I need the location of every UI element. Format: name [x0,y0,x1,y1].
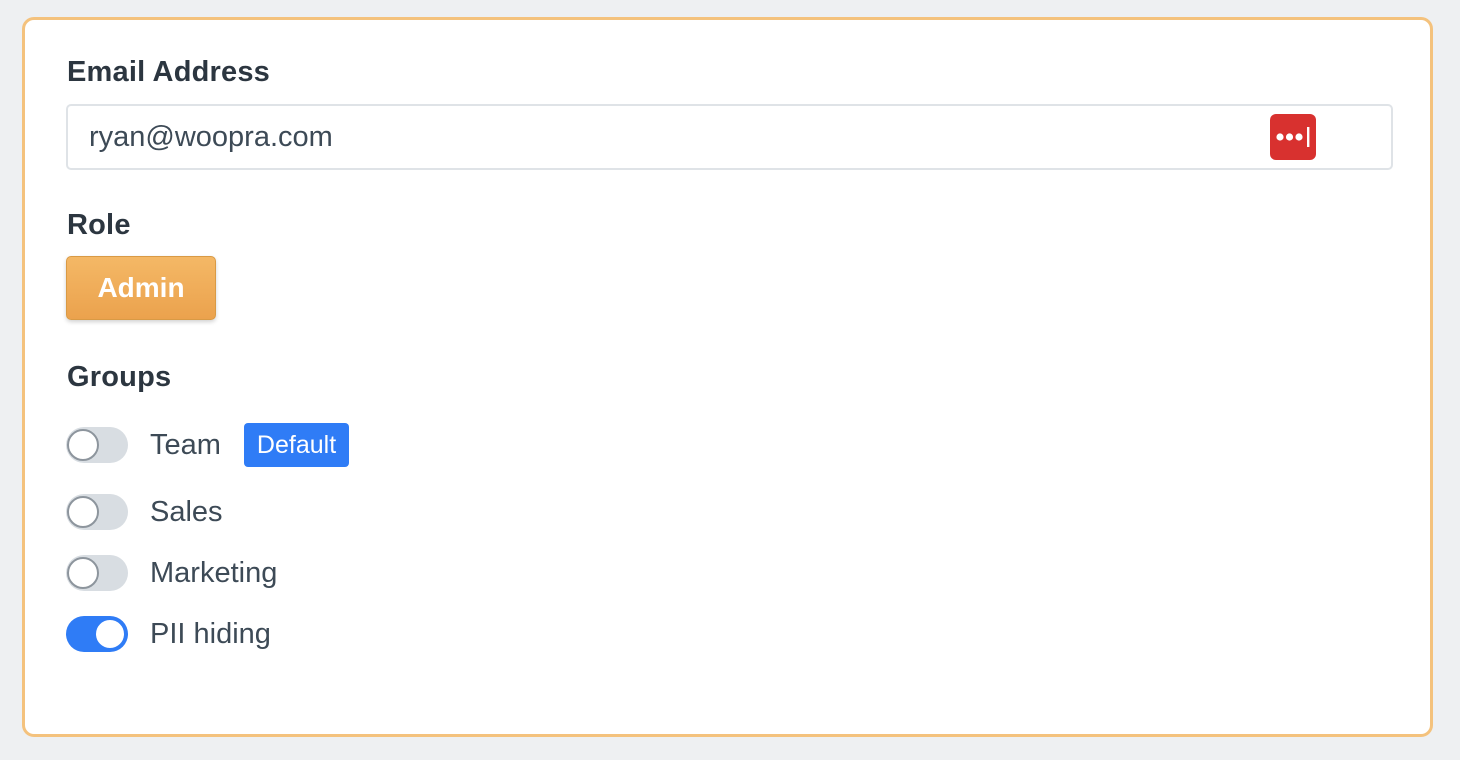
toggle-knob [67,496,99,528]
group-row-marketing: Marketing [66,553,277,593]
group-row-team: Team Default [66,423,350,467]
user-settings-card: Email Address Role Admin Groups Team Def… [22,17,1433,737]
marketing-toggle[interactable] [66,555,128,591]
role-label: Role [67,209,131,241]
group-row-sales: Sales [66,492,223,532]
group-label-sales: Sales [150,495,223,528]
toggle-knob [67,557,99,589]
password-manager-icon[interactable] [1270,114,1316,160]
group-label-marketing: Marketing [150,556,278,589]
team-toggle[interactable] [66,427,128,463]
toggle-knob [67,429,99,461]
password-dots-icon [1276,127,1310,147]
toggle-knob [94,618,126,650]
pii-hiding-toggle[interactable] [66,616,128,652]
group-label-pii-hiding: PII hiding [150,617,271,650]
default-badge: Default [243,423,350,467]
group-label-team: Team [150,428,221,461]
group-row-pii-hiding: PII hiding [66,614,271,654]
sales-toggle[interactable] [66,494,128,530]
email-address-label: Email Address [67,56,270,88]
email-field[interactable] [66,104,1393,170]
email-input[interactable] [89,121,1239,154]
groups-label: Groups [67,361,172,393]
role-admin-button[interactable]: Admin [66,256,216,320]
